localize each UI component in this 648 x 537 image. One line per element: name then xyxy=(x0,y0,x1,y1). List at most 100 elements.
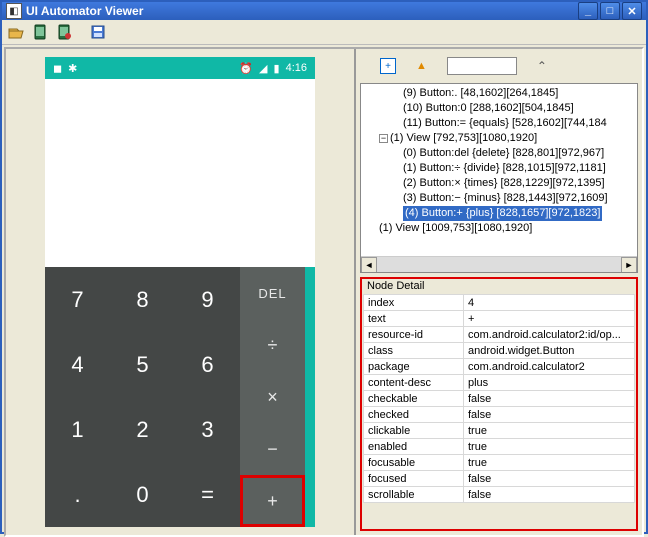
calc-display xyxy=(45,79,315,267)
calc-key-4[interactable]: 4 xyxy=(45,332,110,397)
detail-value: com.android.calculator2:id/op... xyxy=(464,327,635,343)
app-icon: ◧ xyxy=(6,3,22,19)
detail-row[interactable]: resource-idcom.android.calculator2:id/op… xyxy=(364,327,635,343)
detail-value: false xyxy=(464,391,635,407)
calc-key-0[interactable]: 0 xyxy=(110,462,175,527)
scroll-left-icon[interactable]: ◄ xyxy=(361,257,377,273)
detail-value: 4 xyxy=(464,295,635,311)
scroll-right-icon[interactable]: ► xyxy=(621,257,637,273)
device-frame: ◼ ✱ ⏰ ◢ ▮ 4:16 7 8 9 xyxy=(45,57,315,527)
close-button[interactable]: ✕ xyxy=(622,2,642,20)
search-input[interactable] xyxy=(447,57,517,75)
calc-key-9[interactable]: 9 xyxy=(175,267,240,332)
detail-key: scrollable xyxy=(364,487,464,503)
tree-node[interactable]: (0) Button:del {delete} [828,801][972,96… xyxy=(363,146,635,161)
tree-node[interactable]: (11) Button:= {equals} [528,1602][744,18… xyxy=(363,116,635,131)
detail-key: checkable xyxy=(364,391,464,407)
save-icon[interactable] xyxy=(88,22,108,42)
detail-value: + xyxy=(464,311,635,327)
tree-node[interactable]: (10) Button:0 [288,1602][504,1845] xyxy=(363,101,635,116)
calc-key-5[interactable]: 5 xyxy=(110,332,175,397)
calc-key-2[interactable]: 2 xyxy=(110,397,175,462)
tree-node[interactable]: (2) Button:× {times} [828,1229][972,1395… xyxy=(363,176,635,191)
calc-key-divide[interactable]: ÷ xyxy=(240,319,305,371)
tree-node[interactable]: (9) Button:. [48,1602][264,1845] xyxy=(363,86,635,101)
tree-node[interactable]: −(1) View [792,753][1080,1920] xyxy=(363,131,635,146)
screenshot-panel: ◼ ✱ ⏰ ◢ ▮ 4:16 7 8 9 xyxy=(6,49,356,535)
detail-value: plus xyxy=(464,375,635,391)
calc-key-6[interactable]: 6 xyxy=(175,332,240,397)
detail-key: index xyxy=(364,295,464,311)
detail-key: resource-id xyxy=(364,327,464,343)
device-hierarchy-icon[interactable] xyxy=(54,22,74,42)
clock-text: 4:16 xyxy=(286,62,307,74)
expand-all-icon[interactable]: + xyxy=(380,58,396,74)
node-detail-panel: Node Detail index4text+resource-idcom.an… xyxy=(360,277,638,531)
signal-icon: ◢ xyxy=(259,62,267,75)
detail-value: false xyxy=(464,471,635,487)
detail-key: package xyxy=(364,359,464,375)
window-title: UI Automator Viewer xyxy=(26,4,578,18)
calc-key-3[interactable]: 3 xyxy=(175,397,240,462)
calc-key-1[interactable]: 1 xyxy=(45,397,110,462)
detail-row[interactable]: checkablefalse xyxy=(364,391,635,407)
detail-row[interactable]: index4 xyxy=(364,295,635,311)
detail-key: text xyxy=(364,311,464,327)
tree-node[interactable]: (3) Button:− {minus} [828,1443][972,1609… xyxy=(363,191,635,206)
detail-row[interactable]: classandroid.widget.Button xyxy=(364,343,635,359)
detail-key: enabled xyxy=(364,439,464,455)
detail-row[interactable]: content-descplus xyxy=(364,375,635,391)
collapse-chevron-icon[interactable]: ⌃ xyxy=(537,59,547,73)
tree-node[interactable]: (1) Button:÷ {divide} [828,1015][972,118… xyxy=(363,161,635,176)
tree-collapse-icon[interactable]: − xyxy=(379,134,388,143)
detail-value: true xyxy=(464,439,635,455)
detail-row[interactable]: text+ xyxy=(364,311,635,327)
bug-icon: ✱ xyxy=(68,62,77,75)
calc-key-multiply[interactable]: × xyxy=(240,371,305,423)
tree-node-selected[interactable]: (4) Button:+ {plus} [828,1657][972,1823] xyxy=(363,206,635,221)
detail-value: true xyxy=(464,423,635,439)
detail-row[interactable]: checkedfalse xyxy=(364,407,635,423)
main-toolbar xyxy=(2,20,646,45)
perm-contacts-icon: ◼ xyxy=(53,62,62,75)
calc-key-7[interactable]: 7 xyxy=(45,267,110,332)
node-detail-table: index4text+resource-idcom.android.calcul… xyxy=(363,294,635,503)
maximize-button[interactable]: □ xyxy=(600,2,620,20)
detail-value: true xyxy=(464,455,635,471)
detail-key: focused xyxy=(364,471,464,487)
minimize-button[interactable]: _ xyxy=(578,2,598,20)
calc-key-minus[interactable]: − xyxy=(240,423,305,475)
calc-key-equals[interactable]: = xyxy=(175,462,240,527)
window-titlebar: ◧ UI Automator Viewer _ □ ✕ xyxy=(2,2,646,20)
na-warning-icon[interactable]: ▲ xyxy=(416,60,427,72)
detail-key: clickable xyxy=(364,423,464,439)
tree-horizontal-scrollbar[interactable]: ◄ ► xyxy=(361,256,637,272)
detail-row[interactable]: focusedfalse xyxy=(364,471,635,487)
detail-value: android.widget.Button xyxy=(464,343,635,359)
device-screenshot-icon[interactable] xyxy=(30,22,50,42)
status-bar: ◼ ✱ ⏰ ◢ ▮ 4:16 xyxy=(45,57,315,79)
detail-row[interactable]: packagecom.android.calculator2 xyxy=(364,359,635,375)
alarm-icon: ⏰ xyxy=(239,62,253,75)
detail-row[interactable]: enabledtrue xyxy=(364,439,635,455)
detail-row[interactable]: focusabletrue xyxy=(364,455,635,471)
detail-key: content-desc xyxy=(364,375,464,391)
tree-toolbar: + ▲ ⌃ xyxy=(360,53,638,79)
calc-key-dot[interactable]: . xyxy=(45,462,110,527)
detail-key: checked xyxy=(364,407,464,423)
open-icon[interactable] xyxy=(6,22,26,42)
tree-node[interactable]: (1) View [1009,753][1080,1920] xyxy=(363,221,635,236)
calc-key-plus[interactable]: + xyxy=(240,475,305,527)
calc-key-del[interactable]: DEL xyxy=(240,267,305,319)
detail-value: com.android.calculator2 xyxy=(464,359,635,375)
detail-value: false xyxy=(464,407,635,423)
calc-key-8[interactable]: 8 xyxy=(110,267,175,332)
detail-row[interactable]: scrollablefalse xyxy=(364,487,635,503)
node-detail-title: Node Detail xyxy=(363,280,635,294)
detail-value: false xyxy=(464,487,635,503)
hierarchy-tree[interactable]: (9) Button:. [48,1602][264,1845] (10) Bu… xyxy=(360,83,638,273)
detail-key: focusable xyxy=(364,455,464,471)
detail-row[interactable]: clickabletrue xyxy=(364,423,635,439)
advanced-panel-handle[interactable] xyxy=(305,267,315,527)
battery-icon: ▮ xyxy=(274,62,280,75)
